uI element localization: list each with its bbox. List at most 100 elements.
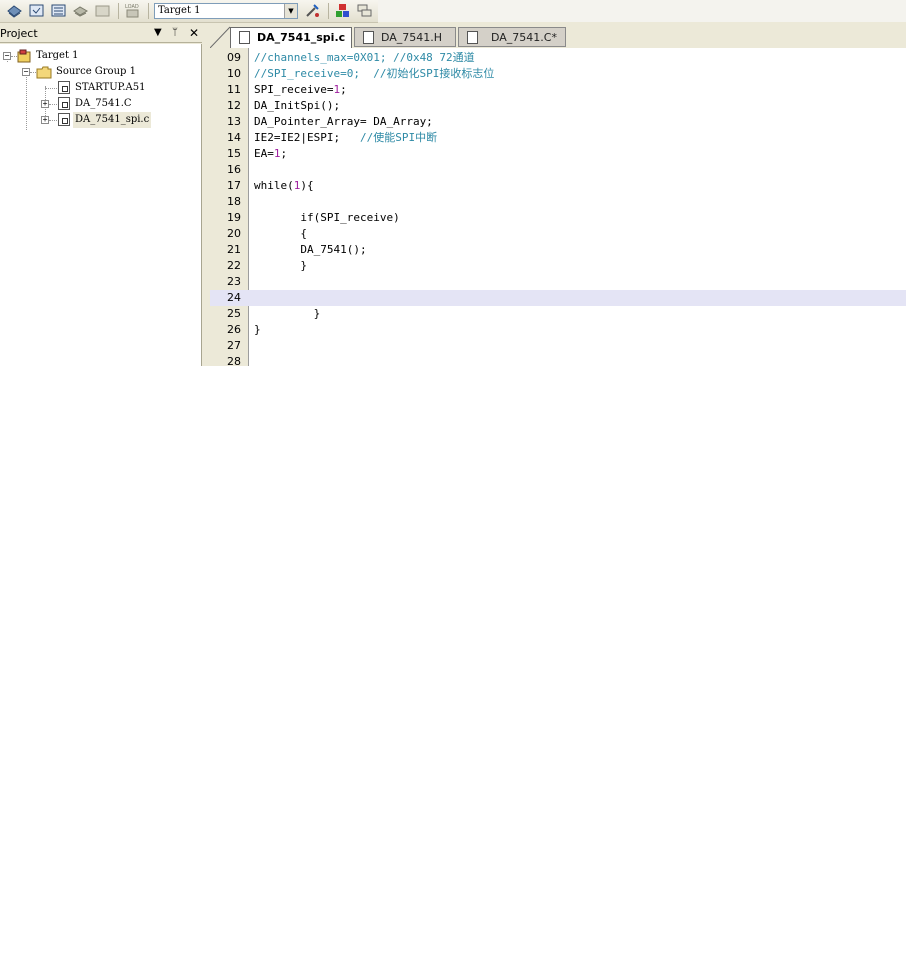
toolbar-separator — [118, 3, 119, 19]
line-number: 28 — [227, 355, 241, 366]
code-line[interactable]: 12 DA_InitSpi(); — [210, 98, 906, 114]
collapse-icon[interactable]: − — [22, 68, 30, 76]
code-line[interactable]: 23 — [210, 274, 906, 290]
build-toolbar: LOAD Target 1 ▼ — [0, 0, 378, 23]
rebuild-icon[interactable] — [50, 2, 67, 19]
load-icon[interactable]: LOAD — [124, 2, 141, 19]
code-text: IE2=IE2|ESPI; //使能SPI中断 — [254, 131, 438, 144]
line-number: 16 — [227, 163, 241, 176]
project-panel-title: Project — [0, 27, 38, 40]
code-line[interactable]: 15 EA=1; — [210, 146, 906, 162]
line-number: 18 — [227, 195, 241, 208]
file-icon — [58, 97, 70, 110]
manage-components-icon[interactable] — [334, 2, 351, 19]
code-line[interactable]: 19 if(SPI_receive) — [210, 210, 906, 226]
code-line[interactable]: 18 — [210, 194, 906, 210]
code-line[interactable]: 20 { — [210, 226, 906, 242]
line-number: 26 — [227, 323, 241, 336]
code-line[interactable]: 21 DA_7541(); — [210, 242, 906, 258]
folder-icon — [36, 66, 52, 79]
build-icon[interactable] — [6, 2, 23, 19]
code-text: DA_7541(); — [254, 243, 367, 256]
line-number: 20 — [227, 227, 241, 240]
chevron-down-icon[interactable]: ▼ — [154, 27, 162, 39]
code-text: //channels_max=0X01; //0x48 72通道 — [254, 51, 475, 64]
tab-da-7541-c[interactable]: DA_7541.C* — [458, 27, 566, 47]
tab-label: DA_7541.H — [381, 31, 443, 44]
code-text: { — [254, 227, 307, 240]
code-text: SPI_receive=1; — [254, 83, 347, 96]
file-icon — [467, 31, 478, 44]
code-line[interactable]: 24 — [210, 290, 906, 306]
project-tree: − Target 1 − Source Group 1 STARTUP.A51 … — [0, 44, 202, 366]
line-number: 11 — [227, 83, 241, 96]
code-text: if(SPI_receive) — [254, 211, 400, 224]
file-icon — [58, 81, 70, 94]
tree-label-target: Target 1 — [36, 50, 79, 61]
tree-label-file: DA_7541_spi.c — [73, 112, 152, 128]
code-line[interactable]: 26} — [210, 322, 906, 338]
code-line[interactable]: 09 //channels_max=0X01; //0x48 72通道 — [210, 50, 906, 66]
code-text: } — [254, 323, 261, 336]
target-icon — [17, 49, 31, 63]
code-line[interactable]: 25 } — [210, 306, 906, 322]
stop-build-icon[interactable] — [94, 2, 111, 19]
translate-icon[interactable] — [28, 2, 45, 19]
code-line[interactable]: 14 IE2=IE2|ESPI; //使能SPI中断 — [210, 130, 906, 146]
line-number: 14 — [227, 131, 241, 144]
code-text: EA=1; — [254, 147, 288, 160]
code-text: } — [254, 259, 307, 272]
ide-window: LOAD Target 1 ▼ Project ▼ ᛘ ✕ − Target 1 — [0, 0, 906, 366]
code-line[interactable]: 27 — [210, 338, 906, 354]
file-icon — [58, 113, 70, 126]
line-number: 24 — [227, 291, 241, 304]
line-number: 19 — [227, 211, 241, 224]
code-line[interactable]: 22 } — [210, 258, 906, 274]
code-text: //SPI_receive=0; //初始化SPI接收标志位 — [254, 67, 495, 80]
tab-label: DA_7541.C* — [491, 31, 557, 44]
line-number: 17 — [227, 179, 241, 192]
target-options-icon[interactable] — [304, 2, 321, 19]
code-text: while(1){ — [254, 179, 314, 192]
pin-icon[interactable]: ᛘ — [172, 27, 178, 39]
code-line[interactable]: 13 DA_Pointer_Array= DA_Array; — [210, 114, 906, 130]
collapse-icon[interactable]: − — [3, 52, 11, 60]
code-line[interactable]: 11 SPI_receive=1; — [210, 82, 906, 98]
toolbar-separator — [148, 3, 149, 19]
target-select[interactable]: Target 1 ▼ — [154, 3, 298, 19]
toolbar-separator — [328, 3, 329, 19]
file-icon — [363, 31, 374, 44]
close-icon[interactable]: ✕ — [189, 27, 199, 39]
code-line[interactable]: 28 — [210, 354, 906, 366]
tab-label: DA_7541_spi.c — [257, 31, 346, 44]
code-text: DA_Pointer_Array= DA_Array; — [254, 115, 433, 128]
code-editor[interactable]: 09 //channels_max=0X01; //0x48 72通道 10 //SP… — [210, 48, 906, 366]
line-number: 15 — [227, 147, 241, 160]
editor-tabbar: DA_7541_spi.c DA_7541.H DA_7541.C* — [210, 24, 906, 49]
project-panel-header: Project ▼ ᛘ ✕ — [0, 24, 202, 43]
svg-text:LOAD: LOAD — [125, 4, 139, 10]
line-number: 27 — [227, 339, 241, 352]
expand-icon[interactable]: + — [41, 100, 49, 108]
chevron-down-icon[interactable]: ▼ — [284, 4, 297, 18]
line-number: 23 — [227, 275, 241, 288]
tab-da-7541-spi-c[interactable]: DA_7541_spi.c — [230, 27, 352, 49]
line-number: 22 — [227, 259, 241, 272]
line-number: 13 — [227, 115, 241, 128]
toolbar-empty-area — [378, 0, 906, 22]
tree-label-file: STARTUP.A51 — [75, 82, 146, 93]
tab-bar-corner — [210, 26, 230, 48]
line-number: 12 — [227, 99, 241, 112]
code-line[interactable]: 16 — [210, 162, 906, 178]
batch-build-icon[interactable] — [72, 2, 89, 19]
expand-icon[interactable]: + — [41, 116, 49, 124]
code-line[interactable]: 17 while(1){ — [210, 178, 906, 194]
tab-da-7541-h[interactable]: DA_7541.H — [354, 27, 456, 47]
code-line[interactable]: 10 //SPI_receive=0; //初始化SPI接收标志位 — [210, 66, 906, 82]
select-packs-icon[interactable] — [356, 2, 373, 19]
line-number: 21 — [227, 243, 241, 256]
line-number: 25 — [227, 307, 241, 320]
tree-label-source-group: Source Group 1 — [56, 66, 136, 77]
file-icon — [239, 31, 250, 44]
tree-label-file: DA_7541.C — [75, 98, 132, 109]
